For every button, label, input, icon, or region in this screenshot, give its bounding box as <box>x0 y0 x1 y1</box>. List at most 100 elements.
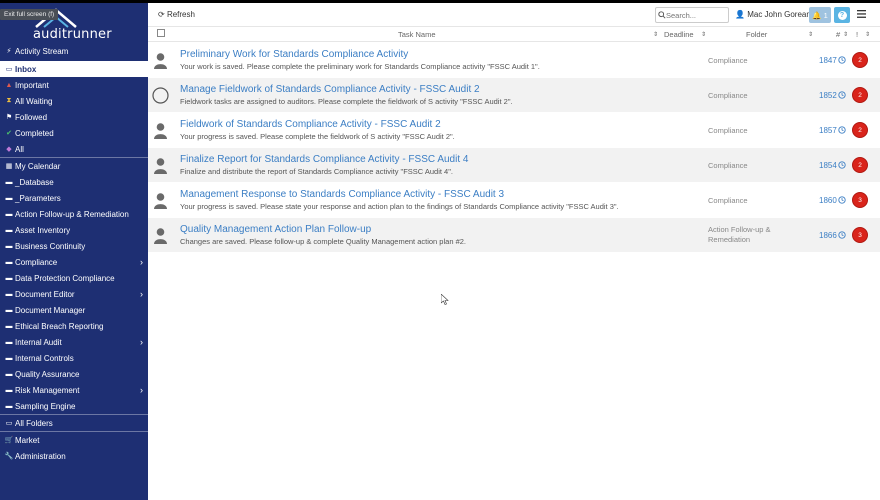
search-input[interactable] <box>655 7 729 23</box>
sidebar-item-quality-assurance[interactable]: ▬ Quality Assurance <box>0 366 148 382</box>
sidebar-item-all[interactable]: ◆ All <box>0 141 148 157</box>
sidebar: auditrunner Exit full screen (f) ⚡ Activi… <box>0 3 148 500</box>
folder-icon: ▬ <box>5 306 13 314</box>
task-number[interactable]: 1854 <box>819 161 837 170</box>
clock-icon <box>838 161 846 169</box>
task-title[interactable]: Finalize Report for Standards Compliance… <box>180 154 468 165</box>
sidebar-item-my-calendar[interactable]: ▦ My Calendar <box>0 158 148 174</box>
sort-icon[interactable]: ⇕ <box>701 31 706 38</box>
folder-icon: ▬ <box>5 386 13 394</box>
task-number[interactable]: 1860 <box>819 196 837 205</box>
sidebar-item-internal-controls[interactable]: ▬ Internal Controls <box>0 350 148 366</box>
sidebar-item-completed[interactable]: ✔ Completed <box>0 125 148 141</box>
task-row[interactable]: Finalize Report for Standards Compliance… <box>148 148 880 183</box>
task-description: Your progress is saved. Please complete … <box>180 132 455 141</box>
task-number[interactable]: 1847 <box>819 56 837 65</box>
help-button[interactable]: ? <box>834 7 850 23</box>
sidebar-item-label: All <box>15 144 24 154</box>
sidebar-item-all-folders[interactable]: ▭ All Folders <box>0 415 148 431</box>
sidebar-item-important[interactable]: ▲ Important <box>0 77 148 93</box>
column-deadline[interactable]: Deadline <box>664 30 694 39</box>
chevron-right-icon[interactable]: › <box>140 289 143 299</box>
sidebar-item-asset-inventory[interactable]: ▬ Asset Inventory <box>0 222 148 238</box>
user-avatar-icon <box>154 123 167 139</box>
sidebar-item-internal-audit[interactable]: ▬ Internal Audit › <box>0 334 148 350</box>
hamburger-menu-icon[interactable] <box>857 10 866 18</box>
sort-icon[interactable]: ⇕ <box>653 31 658 38</box>
sidebar-item-label: Sampling Engine <box>15 401 76 411</box>
task-description: Your progress is saved. Please state you… <box>180 202 619 211</box>
task-row[interactable]: Fieldwork of Standards Compliance Activi… <box>148 113 880 148</box>
sidebar-item-risk-management[interactable]: ▬ Risk Management › <box>0 382 148 398</box>
sidebar-item-document-editor[interactable]: ▬ Document Editor › <box>0 286 148 302</box>
column-task-name[interactable]: Task Name <box>398 30 436 39</box>
chevron-right-icon[interactable]: › <box>140 257 143 267</box>
column-folder[interactable]: Folder <box>746 30 767 39</box>
sidebar-item-label: Internal Controls <box>15 353 74 363</box>
task-description: Finalize and distribute the report of St… <box>180 167 453 176</box>
task-number[interactable]: 1857 <box>819 126 837 135</box>
sort-icon[interactable]: ⇕ <box>808 31 813 38</box>
chevron-right-icon[interactable]: › <box>140 385 143 395</box>
sidebar-item-inbox[interactable]: ▭ Inbox <box>0 61 148 77</box>
task-number[interactable]: 1866 <box>819 231 837 240</box>
user-avatar-icon <box>154 193 167 209</box>
task-title[interactable]: Fieldwork of Standards Compliance Activi… <box>180 119 441 130</box>
sidebar-item-document-manager[interactable]: ▬ Document Manager <box>0 302 148 318</box>
folder-icon: ▬ <box>5 290 13 298</box>
sidebar-item-compliance[interactable]: ▬ Compliance › <box>0 254 148 270</box>
cart-icon: 🛒 <box>4 437 14 444</box>
sidebar-item-all-waiting[interactable]: ⧗ All Waiting <box>0 93 148 109</box>
calendar-icon: ▦ <box>5 163 13 170</box>
bell-icon: 🔔 <box>812 10 822 20</box>
column-number[interactable]: # <box>836 30 840 39</box>
select-all-checkbox[interactable] <box>157 29 165 39</box>
sidebar-item-label: Compliance <box>15 257 58 267</box>
task-row[interactable]: Quality Management Action Plan Follow-up… <box>148 218 880 253</box>
warning-icon: ▲ <box>5 81 13 89</box>
task-row[interactable]: Preliminary Work for Standards Complianc… <box>148 43 880 78</box>
sidebar-item-label: Market <box>15 435 40 445</box>
priority-badge: 2 <box>852 52 868 68</box>
column-priority[interactable]: ! <box>856 30 858 39</box>
sidebar-item-business-continuity[interactable]: ▬ Business Continuity <box>0 238 148 254</box>
task-description: Your work is saved. Please complete the … <box>180 62 540 71</box>
task-row[interactable]: Management Response to Standards Complia… <box>148 183 880 218</box>
sidebar-item-parameters[interactable]: ▬ _Parameters <box>0 190 148 206</box>
task-description: Changes are saved. Please follow-up & co… <box>180 237 466 246</box>
sidebar-item-administration[interactable]: 🔧 Administration <box>0 448 148 464</box>
sidebar-item-ethical-breach-reporting[interactable]: ▬ Ethical Breach Reporting <box>0 318 148 334</box>
task-row[interactable]: Manage Fieldwork of Standards Compliance… <box>148 78 880 113</box>
task-title[interactable]: Manage Fieldwork of Standards Compliance… <box>180 84 480 95</box>
logo[interactable]: auditrunner Exit full screen (f) <box>0 3 148 43</box>
notifications-button[interactable]: 🔔 1 <box>809 7 831 23</box>
refresh-button[interactable]: ⟳ Refresh <box>158 10 195 19</box>
sidebar-item-action-follow-up-remediation[interactable]: ▬ Action Follow-up & Remediation <box>0 206 148 222</box>
sidebar-item-activity-stream[interactable]: ⚡ Activity Stream <box>0 43 148 59</box>
user-avatar-icon <box>154 158 167 174</box>
task-title[interactable]: Preliminary Work for Standards Complianc… <box>180 49 408 60</box>
table-header: Task Name ⇕ Deadline ⇕ Folder ⇕ # ⇕ ! ⇕ <box>148 27 880 42</box>
sidebar-item-label: Internal Audit <box>15 337 62 347</box>
user-menu[interactable]: 👤 Mac John Gorean <box>735 10 811 19</box>
sort-icon[interactable]: ⇕ <box>843 31 848 38</box>
task-list: Preliminary Work for Standards Complianc… <box>148 43 880 253</box>
priority-badge: 3 <box>852 227 868 243</box>
sidebar-item-label: Data Protection Compliance <box>15 273 115 283</box>
chevron-right-icon[interactable]: › <box>140 337 143 347</box>
user-avatar-icon <box>154 228 167 244</box>
user-icon: 👤 <box>735 10 745 19</box>
sidebar-item-market[interactable]: 🛒 Market <box>0 432 148 448</box>
task-number[interactable]: 1852 <box>819 91 837 100</box>
sidebar-item-data-protection-compliance[interactable]: ▬ Data Protection Compliance <box>0 270 148 286</box>
sidebar-item-database[interactable]: ▬ _Database <box>0 174 148 190</box>
sort-icon[interactable]: ⇕ <box>865 31 870 38</box>
unassigned-avatar-icon <box>152 87 169 104</box>
toolbar: ⟳ Refresh 👤 Mac John Gorean 🔔 1 ? <box>148 3 880 27</box>
sidebar-item-label: All Waiting <box>15 96 53 106</box>
sidebar-item-sampling-engine[interactable]: ▬ Sampling Engine <box>0 398 148 414</box>
task-title[interactable]: Quality Management Action Plan Follow-up <box>180 224 371 235</box>
sidebar-item-label: _Database <box>15 177 54 187</box>
sidebar-item-followed[interactable]: ⚑ Followed <box>0 109 148 125</box>
task-title[interactable]: Management Response to Standards Complia… <box>180 189 504 200</box>
